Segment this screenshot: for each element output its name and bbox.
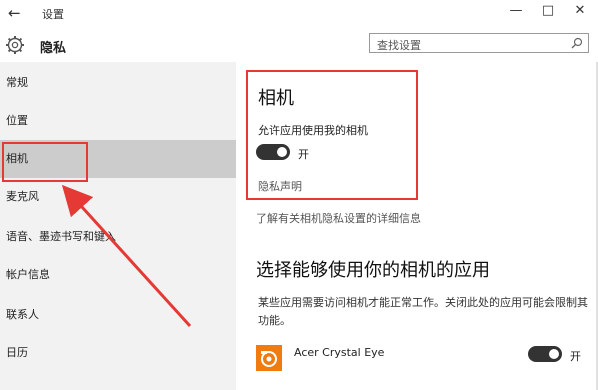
annotation-arrow	[61, 184, 192, 328]
